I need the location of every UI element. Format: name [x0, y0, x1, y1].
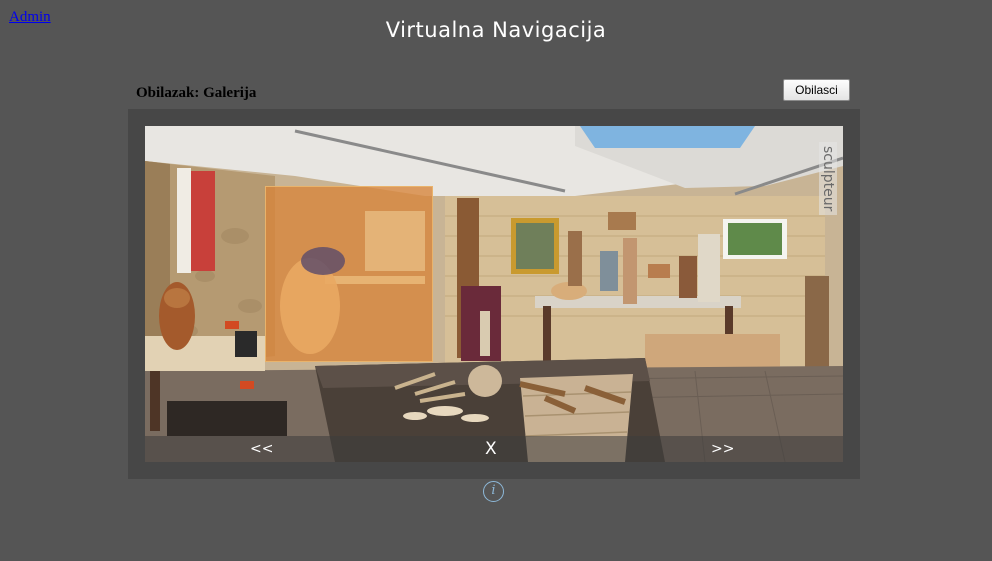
info-icon[interactable]: i [483, 481, 504, 502]
side-brand-label: sculpteur [819, 142, 837, 216]
previous-button[interactable]: << [250, 441, 273, 457]
tour-label: Obilazak: Galerija [136, 85, 257, 101]
page-title: Virtualna Navigacija [385, 18, 607, 42]
page: Admin Virtualna Navigacija Obilazak: Gal… [0, 0, 992, 561]
thumbnail-overlay[interactable] [265, 186, 433, 362]
close-button[interactable]: X [485, 439, 497, 459]
panorama-view[interactable]: sculpteur << X >> [145, 126, 843, 462]
next-button[interactable]: >> [711, 441, 734, 457]
panorama-viewer-frame: sculpteur << X >> [128, 109, 860, 479]
tours-button[interactable]: Obilasci [783, 79, 850, 101]
panorama-image [145, 126, 843, 462]
panorama-nav-bar: << X >> [145, 436, 843, 462]
